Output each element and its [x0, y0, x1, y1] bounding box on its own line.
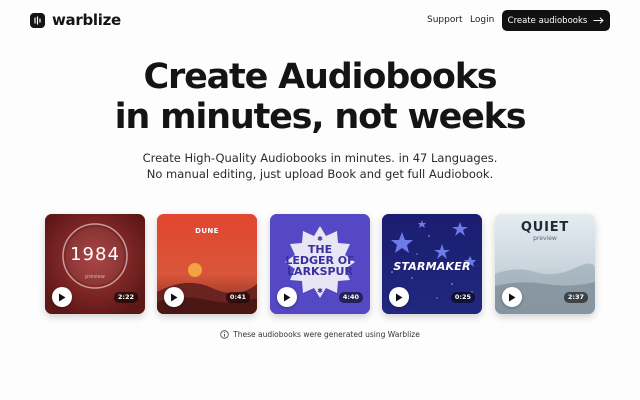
- top-nav: warblize Support Login Create audiobooks: [0, 0, 640, 40]
- create-audiobooks-button[interactable]: Create audiobooks: [502, 10, 610, 31]
- headline-line-1: Create Audiobooks: [143, 57, 498, 97]
- headline-line-2: in minutes, not weeks: [114, 97, 527, 137]
- play-button[interactable]: [52, 287, 72, 307]
- audiobook-card-1984[interactable]: 1984 preview 2:22: [45, 214, 145, 314]
- play-icon: [59, 293, 66, 301]
- book-title: QUIET: [520, 220, 570, 235]
- play-icon: [171, 293, 178, 301]
- book-title: STARMAKER: [393, 260, 471, 273]
- subtitle-line-2: No manual editing, just upload Book and …: [146, 166, 494, 181]
- brand-name: warblize: [52, 11, 121, 29]
- arrow-right-icon: [593, 17, 605, 24]
- svg-text:✱: ✱: [317, 235, 323, 243]
- play-icon: [509, 293, 516, 301]
- audiobook-card-starmaker[interactable]: STARMAKER 0:25: [382, 214, 482, 314]
- info-icon: [220, 330, 229, 339]
- duration-badge: 0:25: [450, 292, 475, 303]
- generated-note: These audiobooks were generated using Wa…: [0, 330, 640, 339]
- svg-text:✱: ✱: [317, 287, 323, 295]
- play-icon: [284, 293, 291, 301]
- duration-badge: 0:41: [225, 292, 250, 303]
- play-button[interactable]: [277, 287, 297, 307]
- subtitle-line-1: Create High-Quality Audiobooks in minute…: [142, 151, 498, 165]
- duration-badge: 4:40: [338, 292, 363, 303]
- play-icon: [396, 293, 403, 301]
- cta-label: Create audiobooks: [507, 15, 588, 26]
- brand-logo[interactable]: warblize: [30, 12, 121, 28]
- book-title: DUNE: [195, 227, 219, 235]
- play-button[interactable]: [389, 287, 409, 307]
- play-button[interactable]: [502, 287, 522, 307]
- waveform-icon: [30, 12, 45, 28]
- hero-headline: Create Audiobooks in minutes, not weeks: [0, 57, 640, 137]
- play-button[interactable]: [164, 287, 184, 307]
- audiobook-card-ledger-of-larkspur[interactable]: ✱ ✱ THE LEDGER OF LARKSPUR 4:40: [270, 214, 370, 314]
- note-text: These audiobooks were generated using Wa…: [233, 330, 420, 339]
- book-subtitle: preview: [533, 235, 557, 242]
- book-title: THE LEDGER OF LARKSPUR: [285, 243, 355, 278]
- book-subtitle: preview: [85, 274, 105, 280]
- duration-badge: 2:22: [113, 292, 138, 303]
- hero-subtitle: Create High-Quality Audiobooks in minute…: [0, 151, 640, 182]
- nav-support-link[interactable]: Support: [427, 15, 463, 26]
- audiobook-card-dune[interactable]: DUNE 0:41: [157, 214, 257, 314]
- audiobook-card-quiet[interactable]: QUIET preview 2:37: [495, 214, 595, 314]
- nav-login-link[interactable]: Login: [470, 15, 494, 26]
- book-title: 1984: [70, 244, 120, 265]
- duration-badge: 2:37: [563, 292, 588, 303]
- audiobook-carousel: 1984 preview 2:22 DUNE 0:41 ✱ ✱ THE LEDG…: [45, 214, 595, 314]
